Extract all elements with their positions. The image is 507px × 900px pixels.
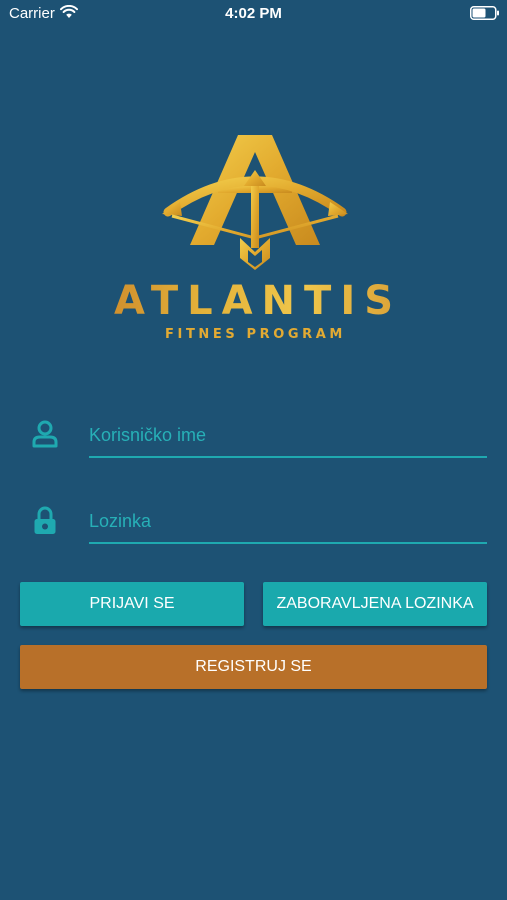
status-time: 4:02 PM [225, 5, 282, 22]
lock-icon [32, 506, 58, 534]
register-button[interactable]: REGISTRUJ SE [20, 645, 487, 689]
status-bar: Carrier 4:02 PM [0, 0, 507, 28]
username-input[interactable] [89, 414, 487, 458]
user-icon [32, 420, 58, 448]
password-input[interactable] [89, 500, 487, 544]
forgot-password-button[interactable]: ZABORAVLJENA LOZINKA [263, 582, 487, 626]
login-button[interactable]: PRIJAVI SE [20, 582, 244, 626]
username-field [0, 414, 507, 462]
battery-icon [470, 6, 500, 25]
brand-subtitle: FITNES PROGRAM [165, 327, 346, 342]
brand-name: ATLANTIS [0, 278, 507, 324]
password-field [0, 500, 507, 548]
